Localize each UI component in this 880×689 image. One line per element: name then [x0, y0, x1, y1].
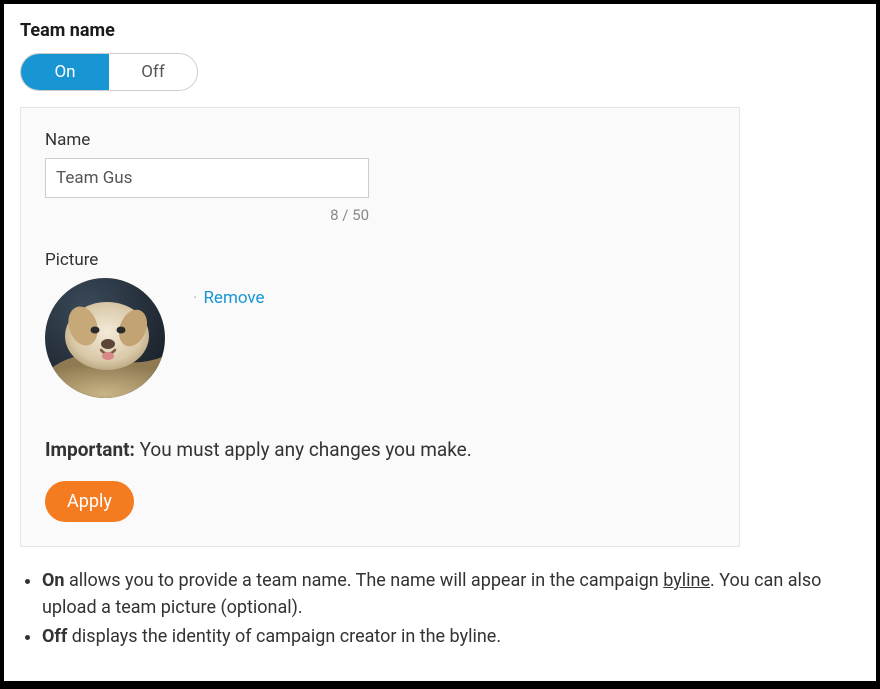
name-label: Name	[45, 130, 715, 150]
note-off-text: displays the identity of campaign creato…	[67, 626, 501, 647]
name-counter: 8 / 50	[45, 206, 369, 224]
byline-link[interactable]: byline	[663, 570, 710, 591]
settings-panel: Name 8 / 50 Picture	[20, 107, 740, 547]
toggle-off[interactable]: Off	[109, 54, 197, 90]
important-label: Important:	[45, 438, 135, 461]
important-note: Important: You must apply any changes yo…	[45, 438, 715, 461]
team-avatar[interactable]	[45, 278, 165, 398]
important-text: You must apply any changes you make.	[135, 438, 472, 461]
note-on: On allows you to provide a team name. Th…	[42, 567, 860, 621]
help-notes: On allows you to provide a team name. Th…	[20, 567, 860, 650]
picture-label: Picture	[45, 250, 715, 270]
toggle-on[interactable]: On	[21, 54, 109, 90]
name-input[interactable]	[45, 158, 369, 198]
separator-dot: ·	[193, 288, 197, 308]
apply-button[interactable]: Apply	[45, 481, 134, 522]
note-on-bold: On	[42, 570, 65, 591]
note-off: Off displays the identity of campaign cr…	[42, 623, 860, 650]
section-title: Team name	[20, 20, 860, 41]
remove-picture-link[interactable]: Remove	[203, 288, 264, 308]
note-on-text-a: allows you to provide a team name. The n…	[65, 570, 664, 591]
note-off-bold: Off	[42, 626, 67, 647]
display-toggle: On Off	[20, 53, 198, 91]
